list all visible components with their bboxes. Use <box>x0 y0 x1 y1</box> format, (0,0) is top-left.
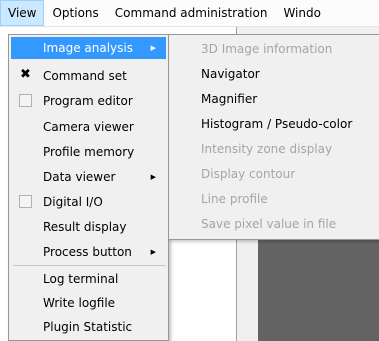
menu-item-label: Plugin Statistic <box>43 320 133 334</box>
menu-item-result-display[interactable]: Result display <box>11 216 166 238</box>
image-analysis-submenu: 3D Image information Navigator Magnifier… <box>168 34 379 240</box>
menu-item-data-viewer[interactable]: Data viewer ▶ <box>11 166 166 188</box>
submenu-item-line-profile[interactable]: Line profile <box>171 187 378 211</box>
submenu-item-label: Save pixel value in file <box>201 217 337 231</box>
menu-item-program-editor[interactable]: Program editor <box>11 90 166 112</box>
unchecked-box-icon <box>19 94 32 107</box>
submenu-item-label: Display contour <box>201 167 296 181</box>
menu-item-label: Digital I/O <box>43 195 103 209</box>
unchecked-box-icon <box>19 195 32 208</box>
submenu-item-navigator[interactable]: Navigator <box>171 62 378 86</box>
submenu-item-3d-image-information[interactable]: 3D Image information <box>171 37 378 61</box>
menu-item-plugin-statistic[interactable]: Plugin Statistic <box>11 316 166 338</box>
submenu-item-save-pixel-value-in-file[interactable]: Save pixel value in file <box>171 212 378 236</box>
menu-separator <box>13 265 166 266</box>
menu-item-digital-io[interactable]: Digital I/O <box>11 191 166 213</box>
menu-item-image-analysis[interactable]: Image analysis ▶ <box>11 37 166 59</box>
submenu-item-label: Histogram / Pseudo-color <box>201 117 353 131</box>
menu-command-administration[interactable]: Command administration <box>107 0 276 26</box>
menu-view[interactable]: View <box>0 0 45 26</box>
submenu-item-histogram-pseudo-color[interactable]: Histogram / Pseudo-color <box>171 112 378 136</box>
submenu-item-label: Magnifier <box>201 92 258 106</box>
submenu-item-display-contour[interactable]: Display contour <box>171 162 378 186</box>
menu-item-label: Program editor <box>43 94 133 108</box>
menu-item-command-set[interactable]: ✖ Command set <box>11 65 166 87</box>
menu-window[interactable]: Windo <box>275 0 329 26</box>
menu-item-write-logfile[interactable]: Write logfile <box>11 292 166 314</box>
submenu-arrow-icon: ▶ <box>150 44 156 52</box>
menu-item-process-button[interactable]: Process button ▶ <box>11 241 166 263</box>
menu-options[interactable]: Options <box>44 0 106 26</box>
submenu-arrow-icon: ▶ <box>150 248 156 256</box>
menu-item-label: Profile memory <box>43 145 135 159</box>
menu-item-label: Process button <box>43 245 132 259</box>
submenu-item-label: Intensity zone display <box>201 142 333 156</box>
image-display-area <box>258 240 379 341</box>
menu-item-label: Result display <box>43 220 127 234</box>
submenu-item-label: Line profile <box>201 192 268 206</box>
view-menu-dropdown: Image analysis ▶ ✖ Command set Program e… <box>8 34 169 341</box>
menu-item-log-terminal[interactable]: Log terminal <box>11 268 166 290</box>
submenu-item-magnifier[interactable]: Magnifier <box>171 87 378 111</box>
menu-item-label: Command set <box>43 69 127 83</box>
menu-bar: View Options Command administration Wind… <box>0 0 379 27</box>
menu-item-profile-memory[interactable]: Profile memory <box>11 141 166 163</box>
checked-x-icon: ✖ <box>20 67 31 82</box>
submenu-arrow-icon: ▶ <box>150 173 156 181</box>
submenu-item-intensity-zone-display[interactable]: Intensity zone display <box>171 137 378 161</box>
submenu-item-label: 3D Image information <box>201 42 333 56</box>
menu-item-label: Log terminal <box>43 272 119 286</box>
submenu-item-label: Navigator <box>201 67 260 81</box>
menu-item-label: Image analysis <box>43 41 133 55</box>
menu-item-label: Camera viewer <box>43 120 134 134</box>
menu-item-label: Data viewer <box>43 170 116 184</box>
menu-item-camera-viewer[interactable]: Camera viewer <box>11 116 166 138</box>
menu-item-label: Write logfile <box>43 296 116 310</box>
